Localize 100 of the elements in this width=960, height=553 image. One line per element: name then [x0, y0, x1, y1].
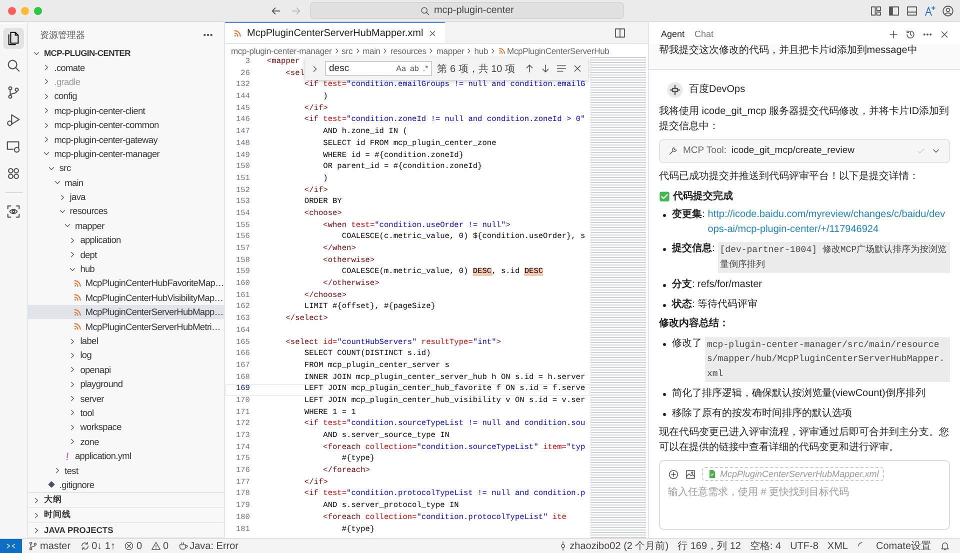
breadcrumb-item[interactable]: mcp-plugin-center-manager	[231, 46, 332, 56]
search-field[interactable]: mcp-plugin-center	[310, 2, 624, 19]
status-item[interactable]: master	[28, 540, 71, 552]
bullet-icon	[663, 284, 666, 287]
warning-icon	[151, 541, 162, 551]
breadcrumb-item[interactable]: hub	[474, 46, 488, 56]
tree-item[interactable]: mcp-plugin-center-gateway	[28, 132, 224, 147]
arrow-up-icon[interactable]	[524, 63, 535, 74]
tree-item[interactable]: hub	[28, 262, 224, 276]
check-icon	[659, 191, 670, 202]
add-context-icon[interactable]	[668, 468, 679, 480]
tree-item[interactable]: config	[28, 89, 224, 104]
find-field[interactable]: desc Aa ab .*	[325, 61, 432, 76]
sync-icon	[80, 541, 90, 551]
tree-item[interactable]: workspace	[28, 420, 224, 435]
tree-item[interactable]: src	[28, 161, 224, 176]
sidebar-toggle-icon[interactable]	[888, 4, 900, 16]
tree-item[interactable]: tool	[28, 406, 224, 420]
bell-icon[interactable]	[940, 541, 950, 551]
close-button[interactable]	[8, 6, 16, 14]
breadcrumb-item[interactable]: mapper	[436, 46, 464, 56]
xml-file-icon	[73, 308, 82, 317]
plus-icon[interactable]	[888, 28, 899, 40]
chat-tab[interactable]: Agent	[661, 29, 689, 39]
message-text: 现在代码变更已进入评审流程，评审通过后即可合并到主分支。您可以在提供的链接中查看详细的代码变更和进行评审。	[659, 426, 950, 454]
breadcrumb-item[interactable]: main	[362, 46, 380, 56]
tree-item[interactable]: McpPluginCenterHubFavoriteMap…	[28, 276, 224, 291]
arrow-down-icon[interactable]	[540, 63, 551, 74]
tree-item[interactable]: McpPluginCenterServerHubMapp…	[28, 305, 224, 320]
tree-item[interactable]: java	[28, 190, 224, 204]
field-label: 修改了	[672, 336, 702, 350]
tree-item[interactable]: resources	[28, 204, 224, 219]
tree-item[interactable]: openapi	[28, 362, 224, 377]
link[interactable]: http://icode.baidu.com/myreview/changes/c/baidu/devops-ai/mcp-plugin-center/+/117946924	[708, 208, 950, 237]
image-icon[interactable]	[685, 468, 696, 480]
search-icon	[6, 58, 21, 73]
tree-item[interactable]: main	[28, 176, 224, 190]
status-item[interactable]: 0↓ 1↑	[80, 540, 116, 552]
tree-item[interactable]: playground	[28, 376, 224, 392]
tree-item[interactable]: application	[28, 233, 224, 248]
tree-item[interactable]: mcp-plugin-center-manager	[28, 146, 224, 162]
breadcrumb-item[interactable]: resources	[390, 46, 426, 56]
tree-item[interactable]: mapper	[28, 218, 224, 234]
find-option-toggle[interactable]: .*	[422, 64, 428, 73]
status-item[interactable]: 0	[124, 540, 142, 552]
bullet-icon	[663, 342, 666, 346]
tree-item[interactable]: .gitignore	[28, 478, 224, 492]
remote-button[interactable]	[0, 538, 22, 553]
history-icon[interactable]	[905, 28, 916, 40]
account-icon[interactable]	[942, 4, 954, 16]
status-item[interactable]: 空格: 4	[750, 539, 782, 553]
message-text: 代码已成功提交并推送到代码评审平台！以下是提交详情：	[659, 170, 920, 184]
bullet-icon	[663, 214, 666, 217]
status-item[interactable]: zhaozibo02 (2 个月前)	[558, 539, 669, 553]
find-option-toggle[interactable]: Aa	[396, 64, 406, 73]
tree-item[interactable]: log	[28, 348, 224, 363]
tree-item[interactable]: application.yml	[28, 448, 224, 464]
tree-item[interactable]: dept	[28, 247, 224, 262]
breadcrumb-item[interactable]: McpPluginCenterServerHub	[507, 46, 610, 56]
status-item[interactable]: UTF-8	[790, 540, 818, 552]
xml-file-icon	[233, 28, 242, 38]
tree-item[interactable]: mcp-plugin-center-common	[28, 118, 224, 132]
tree-item[interactable]: .comate	[28, 60, 224, 75]
layout-icon[interactable]	[870, 4, 882, 16]
editor-tab[interactable]: McpPluginCenterServerHubMapper.xml	[225, 22, 446, 43]
close-icon[interactable]	[428, 28, 438, 38]
tree-item[interactable]: test	[28, 463, 224, 478]
breadcrumb-item[interactable]: src	[342, 46, 353, 56]
find-option-toggle[interactable]: ab	[410, 64, 419, 73]
section-header[interactable]: 大纲	[28, 493, 224, 508]
activity-bar-item[interactable]	[3, 28, 24, 49]
tool-call-card[interactable]: MCP Tool: icode_git_mcp/create_review	[659, 139, 950, 163]
tree-item[interactable]: McpPluginCenterHubVisibilityMap…	[28, 290, 224, 306]
tree-item[interactable]: MCP-PLUGIN-CENTER	[28, 46, 224, 60]
status-item[interactable]: Comate设置	[876, 539, 931, 553]
source-control-icon	[6, 85, 21, 100]
close-icon[interactable]	[939, 28, 950, 40]
tree-item[interactable]: McpPluginCenterServerHubMetri…	[28, 319, 224, 334]
xml-file-icon	[498, 46, 506, 54]
close-icon[interactable]	[572, 63, 583, 74]
tree-item[interactable]: server	[28, 391, 224, 406]
branch-icon	[28, 541, 38, 551]
split-editor-icon[interactable]	[614, 26, 626, 38]
search-icon	[420, 6, 430, 16]
find-in-selection-icon[interactable]	[556, 63, 567, 74]
status-item[interactable]: Java: Error	[178, 540, 238, 552]
tree-item[interactable]: mcp-plugin-center-client	[28, 104, 224, 118]
back-arrow-icon[interactable]	[270, 4, 282, 16]
tree-item[interactable]: zone	[28, 434, 224, 449]
status-item[interactable]: 0	[151, 540, 169, 552]
panel-title: 资源管理器	[40, 28, 85, 42]
tree-item[interactable]: label	[28, 334, 224, 348]
chat-tab[interactable]: Chat	[694, 29, 718, 39]
bullet-icon	[663, 393, 666, 396]
status-item[interactable]: XML	[827, 540, 848, 552]
panel-toggle-icon[interactable]	[906, 4, 918, 16]
section-header[interactable]: 时间线	[28, 508, 224, 524]
bullet-icon	[663, 248, 666, 251]
ai-sparkle-icon[interactable]	[924, 4, 936, 16]
status-item[interactable]: 行 169，列 12	[678, 539, 741, 553]
